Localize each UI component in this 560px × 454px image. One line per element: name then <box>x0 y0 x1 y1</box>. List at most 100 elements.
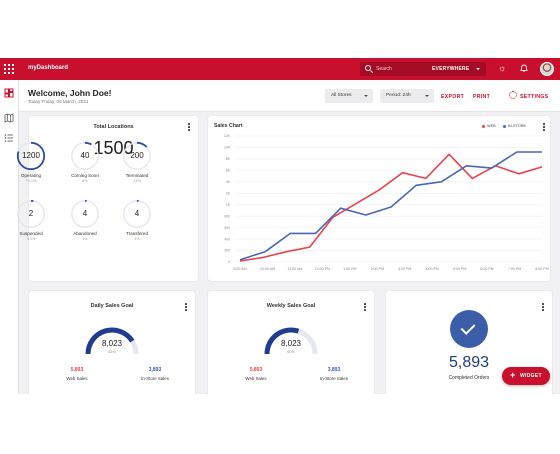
location-label: Transfered <box>125 231 149 236</box>
x-tick-label: 10:00 AM <box>260 267 275 271</box>
sales-chart-card: Sales Chart WEB IN-STORE 0 200 400 600 800 1K… <box>208 116 550 281</box>
sales-line-chart: 0 200 400 600 800 1K 2K 4K 6K 8K 10K 12K 9:00 AM 10:0… <box>224 134 549 271</box>
stores-filter-value: All Stores <box>331 93 352 98</box>
web-sales-value: 5,893 <box>249 367 263 373</box>
chevron-down-icon <box>476 68 480 70</box>
search-bar[interactable]: Search EVERYWHERE <box>360 62 486 76</box>
location-status-coming-soon[interactable]: 40 Coming Soon 8% <box>65 141 105 183</box>
location-status-transfered[interactable]: 4 Transfered 1% <box>117 199 157 241</box>
x-tick-label: 4:00 PM <box>425 267 438 271</box>
chevron-down-icon <box>425 95 429 97</box>
x-tick-label: 3:00 PM <box>398 267 411 271</box>
settings-button[interactable]: SETTINGS <box>520 94 548 100</box>
y-tick-label: 400 <box>224 237 230 241</box>
location-percent: 8% <box>82 179 88 183</box>
y-tick-label: 600 <box>224 226 230 230</box>
print-button[interactable]: PRINT <box>473 94 490 100</box>
more-vert-icon[interactable] <box>542 303 544 312</box>
instore-sales-label: In-Store Sales <box>320 376 348 381</box>
location-label: Terminated <box>125 173 149 178</box>
x-tick-label: 7:00 PM <box>508 267 521 271</box>
more-vert-icon[interactable] <box>188 123 190 132</box>
daily-sales-goal-card: Daily Sales Goal 8,023 82% 5,893 Web Sal… <box>29 291 195 394</box>
location-status-abandoned[interactable]: 4 Abandoned 1% <box>65 199 105 241</box>
app-title[interactable]: myDashboard <box>28 65 68 71</box>
x-tick-label: 12:00 PM <box>315 267 330 271</box>
y-tick-label: 6K <box>226 169 231 173</box>
search-scope-select[interactable]: EVERYWHERE <box>432 66 469 72</box>
web-sales-stat: 5,893 Web Sales <box>226 367 286 381</box>
total-locations-card: Total Locations 1500 1200 Operating 70.1% 4… <box>16 116 198 281</box>
period-filter-value: Period: 24h <box>386 93 411 98</box>
stores-filter-select[interactable]: All Stores <box>325 89 373 103</box>
add-widget-button[interactable]: + WIDGET <box>502 367 550 385</box>
location-count: 4 <box>134 209 140 218</box>
map-icon[interactable] <box>4 113 14 123</box>
web-sales-label: Web Sales <box>66 376 88 381</box>
instore-sales-label: In-Store Sales <box>141 376 169 381</box>
series-line-in-store <box>239 151 542 261</box>
y-tick-label: 10K <box>224 146 231 150</box>
dashboard-icon[interactable] <box>4 88 14 98</box>
location-status-terminated[interactable]: 200 Terminated 13% <box>117 141 157 183</box>
location-count: 1200 <box>22 151 40 160</box>
apps-grid-icon[interactable] <box>4 64 14 74</box>
gauge-percent: 82% <box>108 350 116 354</box>
page-title: Welcome, John Doe! <box>28 88 112 98</box>
web-sales-stat: 5,893 Web Sales <box>47 367 107 381</box>
bell-icon[interactable] <box>520 64 528 72</box>
weekly-sales-goal-card: Weekly Sales Goal 8,023 60% 5,893 Web Sa… <box>208 291 374 394</box>
plus-icon: + <box>510 370 516 380</box>
more-vert-icon[interactable] <box>364 303 366 312</box>
instore-sales-value: 3,893 <box>327 367 341 373</box>
location-count: 2 <box>28 209 34 218</box>
gear-icon[interactable] <box>509 91 517 99</box>
x-tick-label: 11:00 AM <box>287 267 302 271</box>
y-tick-label: 200 <box>224 249 230 253</box>
x-tick-label: 9:00 AM <box>233 267 246 271</box>
instore-sales-value: 3,893 <box>148 367 162 373</box>
card-title: Daily Sales Goal <box>90 303 134 309</box>
location-percent: 1% <box>134 237 140 241</box>
location-percent: 1% <box>82 237 88 241</box>
chevron-down-icon <box>364 95 368 97</box>
instore-sales-stat: 3,893 In-Store Sales <box>304 367 364 381</box>
card-title: Total Locations <box>93 124 134 130</box>
page-header: Welcome, John Doe! Today Friday, 06 Marc… <box>19 80 560 112</box>
location-label: Coming Soon <box>71 173 99 178</box>
lightbulb-icon[interactable]: ☼ <box>498 64 506 73</box>
y-tick-label: 4K <box>226 180 231 184</box>
location-percent: 70.1% <box>25 179 37 183</box>
gauge-value: 8,023 <box>280 339 302 348</box>
search-icon <box>365 65 371 71</box>
location-count: 4 <box>82 209 88 218</box>
check-icon <box>450 310 488 348</box>
location-count: 200 <box>130 151 144 160</box>
top-bar: myDashboard Search EVERYWHERE ☼ <box>0 58 560 80</box>
location-count: 40 <box>80 151 90 160</box>
x-tick-label: 1:00 PM <box>343 267 356 271</box>
search-input[interactable]: Search <box>376 66 392 72</box>
current-date: Today Friday, 06 March, 2021 <box>28 99 89 104</box>
export-button[interactable]: EXPORT <box>441 94 464 100</box>
y-tick-label: 1K <box>226 203 231 207</box>
location-percent: 3.1% <box>26 237 36 241</box>
location-label: Abandoned <box>73 231 97 236</box>
dashboard-app: myDashboard Search EVERYWHERE ☼ Welcome,… <box>0 58 560 394</box>
x-tick-label: 6:00 PM <box>480 267 493 271</box>
location-percent: 13% <box>133 179 141 183</box>
y-tick-label: 0 <box>228 260 230 264</box>
user-avatar[interactable] <box>540 62 554 76</box>
location-status-suspended[interactable]: 2 Suspended 3.1% <box>11 199 51 241</box>
more-vert-icon[interactable] <box>185 303 187 312</box>
period-filter-select[interactable]: Period: 24h <box>380 89 434 103</box>
total-locations-value: 1500 <box>93 138 134 158</box>
location-label: Suspended <box>19 231 43 236</box>
y-tick-label: 8K <box>226 157 231 161</box>
web-sales-label: Web Sales <box>245 376 267 381</box>
x-tick-label: 5:00 PM <box>453 267 466 271</box>
gauge-value: 8,023 <box>101 339 123 348</box>
location-status-operating[interactable]: 1200 Operating 70.1% <box>11 141 51 183</box>
x-tick-label: 2:00 PM <box>371 267 384 271</box>
gauge-percent: 60% <box>287 350 295 354</box>
